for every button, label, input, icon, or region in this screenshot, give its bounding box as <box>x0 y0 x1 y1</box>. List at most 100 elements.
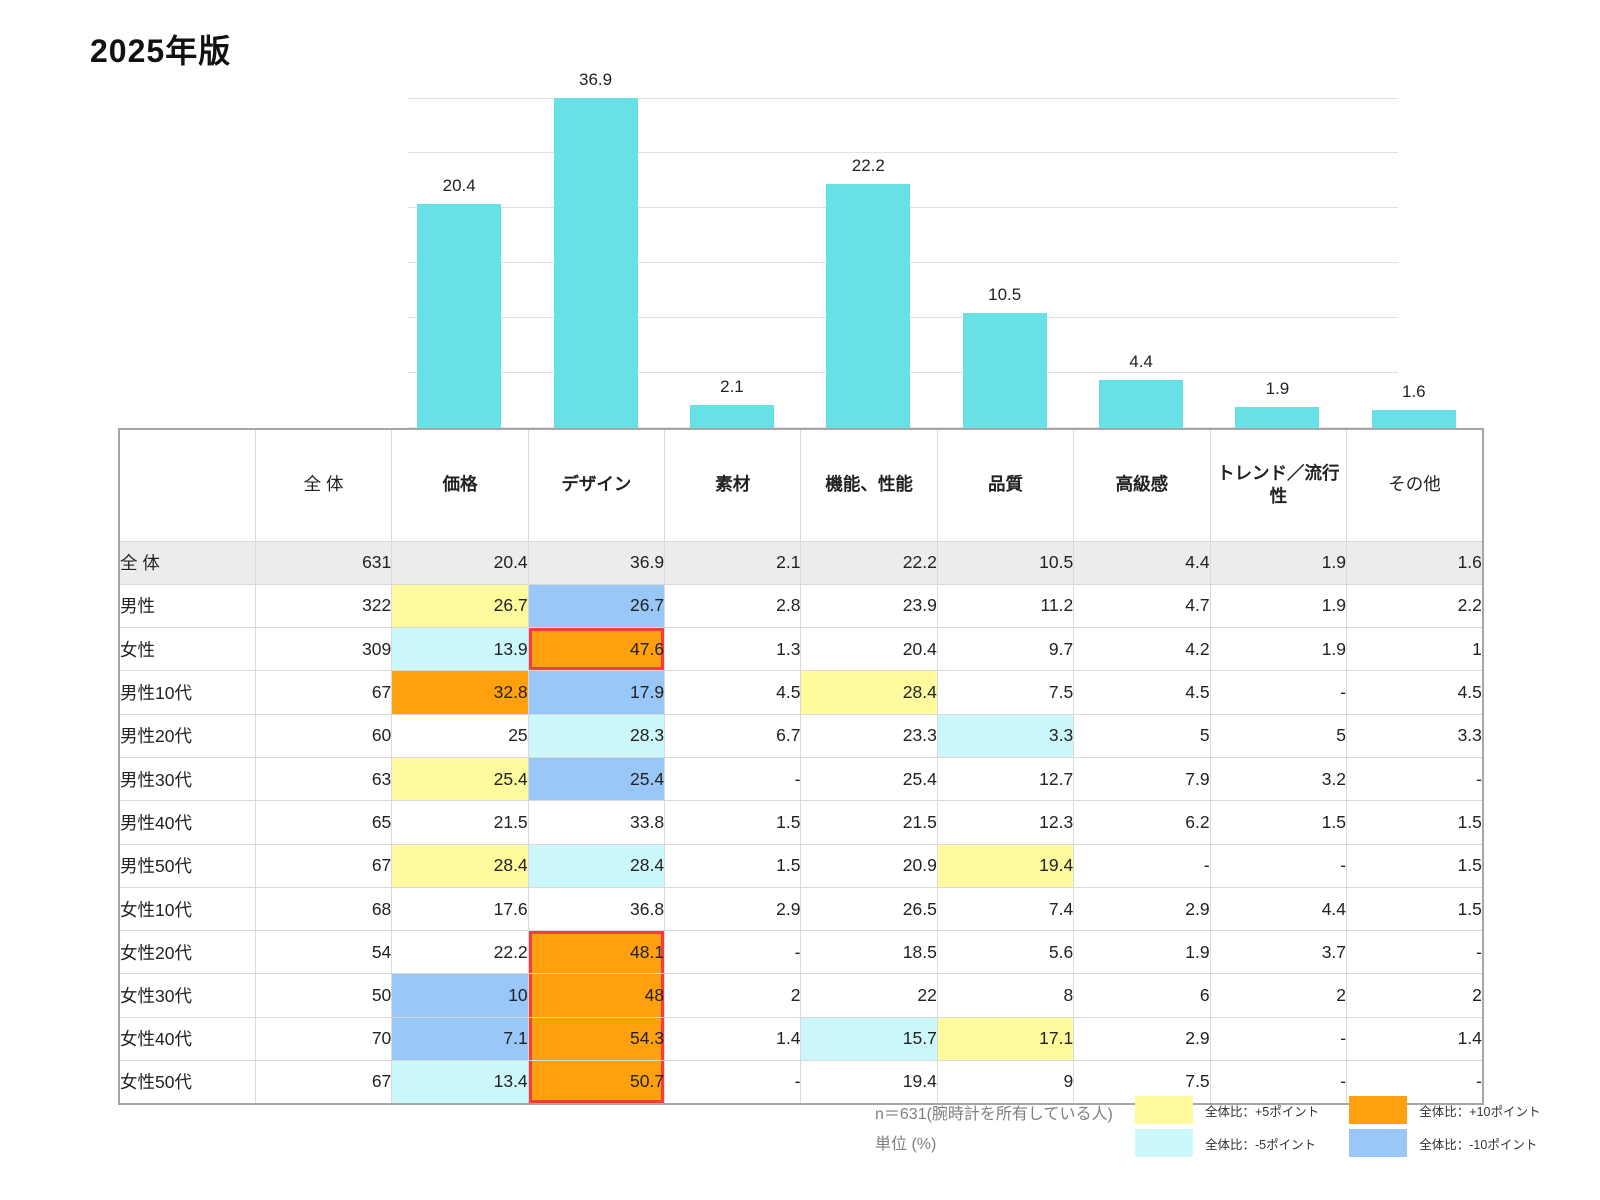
table-cell: 10 <box>391 973 529 1018</box>
table-cell: 11.2 <box>936 583 1075 629</box>
table-cell: 22.2 <box>391 930 529 975</box>
footnote-sample-size: n＝631(腕時計を所有している人) <box>875 1106 1113 1123</box>
table-cell: 2.1 <box>664 540 802 585</box>
table-cell: - <box>1209 670 1348 715</box>
table-cell: 1.5 <box>1346 886 1484 932</box>
table-cell: 32.8 <box>391 670 529 715</box>
bar-トレンド／流行性 <box>1235 407 1320 428</box>
table-cell: 19.4 <box>936 843 1075 888</box>
bar-slot: 10.5 <box>937 98 1073 428</box>
row-label: 男性30代 <box>118 756 256 802</box>
table-cell: 2.8 <box>664 583 802 629</box>
table-cell: 36.8 <box>527 886 666 932</box>
table-cell-n: 54 <box>254 930 393 975</box>
bar-value-label: 1.6 <box>1401 382 1426 402</box>
table-cell: - <box>664 930 802 975</box>
table-cell: 13.9 <box>391 627 529 672</box>
table-cell: 4.2 <box>1073 627 1211 672</box>
legend-item-plus10: 全体比：+10ポイント <box>1349 1096 1540 1124</box>
legend-label: 全体比：+10ポイント <box>1419 1104 1541 1119</box>
table-cell: 28.3 <box>527 713 666 758</box>
bar-slot: 1.6 <box>1346 98 1482 428</box>
table-cell: 17.1 <box>936 1016 1075 1062</box>
table-cell: 1.5 <box>1346 800 1484 845</box>
table-cell: 12.3 <box>936 800 1075 845</box>
row-label: 男性40代 <box>118 800 256 845</box>
table-row-男性40代: 男性40代 65 21.5 33.8 1.5 21.5 12.3 6.2 1.5 1.5 <box>118 800 1484 845</box>
legend-label: 全体比：-10ポイント <box>1419 1137 1538 1152</box>
table-cell: 5 <box>1209 713 1348 758</box>
legend-swatch-plus5 <box>1135 1096 1193 1124</box>
table-cell: - <box>1346 756 1484 802</box>
table-cell: 3.7 <box>1209 930 1348 975</box>
table-cell-n: 63 <box>254 756 393 802</box>
bar-高級感 <box>1099 379 1184 428</box>
bar-デザイン <box>553 98 638 428</box>
bar-chart: 20.4 36.9 2.1 22.2 10.5 4.4 1.9 1.6 <box>391 70 1482 428</box>
bar-slot: 20.4 <box>391 98 527 428</box>
table-cell: 18.5 <box>800 930 938 975</box>
table-cell: 2.9 <box>664 886 802 932</box>
table-cell: 3.3 <box>936 713 1075 758</box>
table-cell: 23.9 <box>800 583 938 629</box>
column-header-全 体: 全 体 <box>254 428 393 542</box>
row-label: 女性 <box>118 627 256 672</box>
bar-品質 <box>962 312 1047 428</box>
table-cell: 25.4 <box>391 756 529 802</box>
table-cell: 4.5 <box>1073 670 1211 715</box>
bar-機能、性能 <box>826 183 911 428</box>
table-cell: - <box>1073 843 1211 888</box>
table-cell: 1.5 <box>1209 800 1348 845</box>
table-row-男性30代: 男性30代 63 25.4 25.4-25.4 12.7 7.9 3.2- <box>118 756 1484 802</box>
table-cell: - <box>1346 930 1484 975</box>
bar-素材 <box>689 404 774 428</box>
table-cell: 7.9 <box>1073 756 1211 802</box>
legend-label: 全体比：-5ポイント <box>1205 1137 1317 1152</box>
table-cell: 6 <box>1073 973 1211 1018</box>
table-cell: 4.5 <box>1346 670 1484 715</box>
row-label: 全 体 <box>118 540 256 585</box>
table-cell: 1.5 <box>1346 843 1484 888</box>
table-body: 全 体 631 20.4 36.9 2.1 22.2 10.5 4.4 1.9 1.6 男性 322 2… <box>118 540 1484 1105</box>
bar-value-label: 1.9 <box>1265 379 1290 399</box>
table-row-女性10代: 女性10代 68 17.6 36.8 2.9 26.5 7.4 2.9 4.4 1.5 <box>118 886 1484 932</box>
bar-その他 <box>1371 410 1456 428</box>
table-row-男性: 男性 322 26.7 26.7 2.8 23.9 11.2 4.7 1.9 2.2 <box>118 583 1484 629</box>
row-label: 女性10代 <box>118 886 256 932</box>
table-cell: 1.4 <box>1346 1016 1484 1062</box>
table-cell: 50.7 <box>527 1060 666 1105</box>
column-header-素材: 素材 <box>664 428 802 542</box>
table-row-女性: 女性 309 13.9 47.6 1.3 20.4 9.7 4.2 1.9 1 <box>118 627 1484 672</box>
table-cell: 25.4 <box>527 756 666 802</box>
row-label: 男性 <box>118 583 256 629</box>
legend: 全体比：+5ポイント 全体比：-5ポイント 全体比：+10ポイント 全体比：-10ポイ… <box>1135 1096 1540 1157</box>
table-cell: 7.4 <box>936 886 1075 932</box>
legend-swatch-plus10 <box>1349 1096 1408 1124</box>
table-cell: - <box>664 1060 802 1105</box>
column-header-その他: その他 <box>1346 428 1484 542</box>
table-cell: 1 <box>1346 627 1484 672</box>
table-cell: 17.6 <box>391 886 529 932</box>
table-cell: 26.7 <box>391 583 529 629</box>
bar-slot: 4.4 <box>1073 98 1209 428</box>
table-cell: 28.4 <box>391 843 529 888</box>
table-row-男性20代: 男性20代 60 25 28.3 6.7 23.3 3.3 5 5 3.3 <box>118 713 1484 758</box>
table-head: 全 体価格 デザイン 素材 機能、性能 品質 高級感 トレンド／流行性 その他 <box>118 428 1484 542</box>
table-cell: - <box>664 756 802 802</box>
page-title: 2025年版 <box>90 33 232 69</box>
table-cell-n: 67 <box>254 670 393 715</box>
bar-value-label: 4.4 <box>1129 351 1153 371</box>
table-cell: 7.5 <box>936 670 1075 715</box>
table-cell: 22.2 <box>800 540 938 585</box>
table-row-女性40代: 女性40代 70 7.1 54.3 1.4 15.7 17.1 2.9-1.4 <box>118 1016 1484 1062</box>
table-cell-n: 631 <box>254 540 393 585</box>
table-cell-n: 60 <box>254 713 393 758</box>
row-label: 女性30代 <box>118 973 256 1018</box>
row-label: 男性10代 <box>118 670 256 715</box>
table-cell-n: 309 <box>254 627 393 672</box>
legend-item-minus5: 全体比：-5ポイント <box>1135 1129 1319 1157</box>
table-cell: 26.7 <box>527 583 666 629</box>
table-cell: 2.2 <box>1346 583 1484 629</box>
legend-swatch-minus10 <box>1349 1129 1408 1157</box>
table-cell: 20.4 <box>391 540 529 585</box>
